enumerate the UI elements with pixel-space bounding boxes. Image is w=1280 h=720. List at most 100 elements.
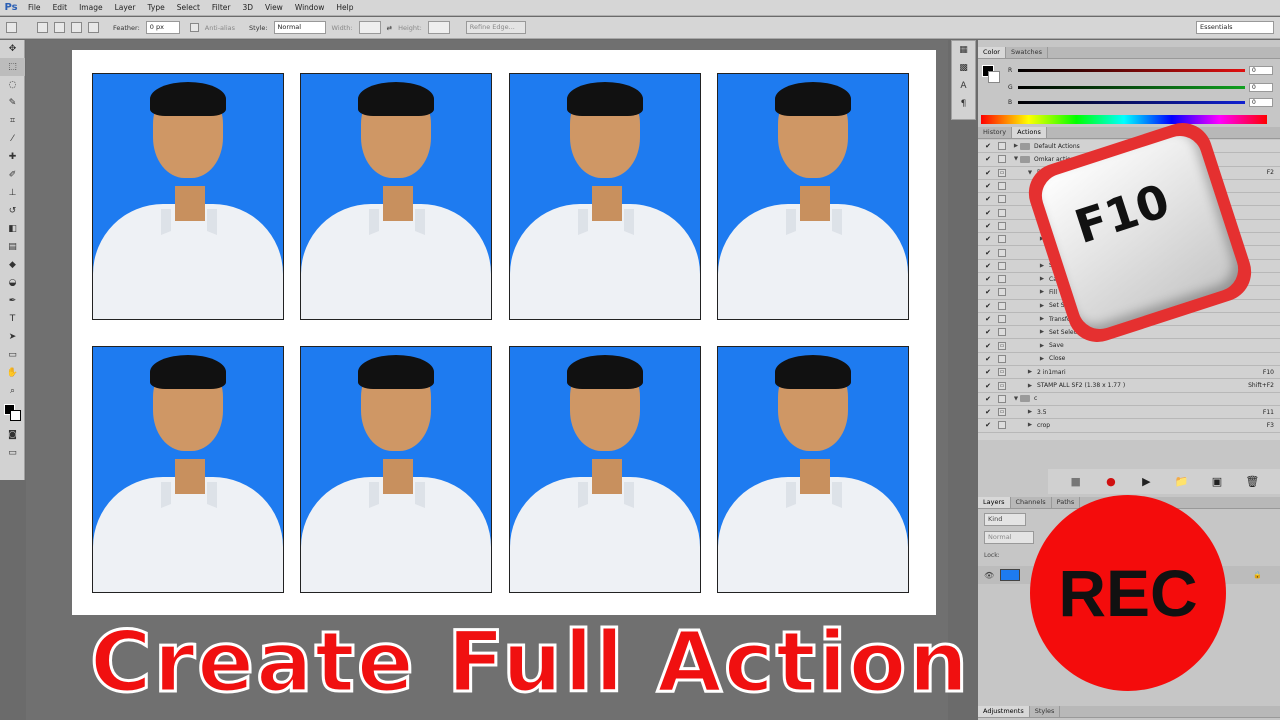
- channel-g-input[interactable]: 0: [1249, 82, 1273, 92]
- expand-triangle-icon[interactable]: ▼: [1012, 156, 1020, 162]
- layer-kind-select[interactable]: Kind: [984, 512, 1026, 526]
- action-enable-check[interactable]: ✔: [984, 421, 992, 429]
- menu-edit[interactable]: Edit: [47, 0, 74, 16]
- shape-tool-icon[interactable]: ▭: [0, 346, 25, 364]
- background-color-swatch[interactable]: [988, 71, 1000, 83]
- action-row[interactable]: ✔ ▭ ▶ STAMP ALL SF2 (1.38 x 1.77 ) Shift+F2: [978, 379, 1280, 393]
- refine-edge-button[interactable]: Refine Edge...: [465, 21, 526, 34]
- gradient-tool-icon[interactable]: ▤: [0, 238, 25, 256]
- healing-tool-icon[interactable]: ✚: [0, 148, 25, 166]
- type-tool-icon[interactable]: T: [0, 310, 25, 328]
- delete-icon[interactable]: 🗑: [1243, 475, 1261, 489]
- visibility-eye-icon[interactable]: 👁: [984, 571, 994, 580]
- workspace-select[interactable]: Essentials: [1196, 21, 1274, 34]
- add-selection-icon[interactable]: [54, 22, 65, 33]
- modal-toggle-icon[interactable]: ▭: [998, 368, 1006, 377]
- action-enable-check[interactable]: ✔: [984, 222, 992, 230]
- action-enable-check[interactable]: ✔: [984, 182, 992, 190]
- expand-triangle-icon[interactable]: ▶: [1038, 329, 1046, 335]
- modal-toggle-icon[interactable]: [998, 261, 1006, 270]
- new-set-icon[interactable]: 📁: [1173, 475, 1191, 489]
- color-spectrum-bar[interactable]: [981, 115, 1267, 124]
- dodge-tool-icon[interactable]: ◒: [0, 274, 25, 292]
- action-row[interactable]: ✔ ▭ ▶ 3.5 F11: [978, 406, 1280, 420]
- action-enable-check[interactable]: ✔: [984, 155, 992, 163]
- menu-file[interactable]: File: [22, 0, 47, 16]
- expand-triangle-icon[interactable]: ▶: [1038, 276, 1046, 282]
- expand-triangle-icon[interactable]: ▶: [1026, 383, 1034, 389]
- modal-toggle-icon[interactable]: [998, 195, 1006, 204]
- play-icon[interactable]: ▶: [1137, 475, 1155, 489]
- action-row[interactable]: ✔ ▭ ▶ 2 in1mari F10: [978, 366, 1280, 380]
- modal-toggle-icon[interactable]: ▭: [998, 408, 1006, 417]
- move-tool-icon[interactable]: ✥: [0, 40, 25, 58]
- history-brush-icon[interactable]: ↺: [0, 202, 25, 220]
- action-enable-check[interactable]: ✔: [984, 235, 992, 243]
- modal-toggle-icon[interactable]: [998, 354, 1006, 363]
- expand-triangle-icon[interactable]: ▶: [1026, 409, 1034, 415]
- tab-layers[interactable]: Layers: [978, 497, 1011, 508]
- stamp-tool-icon[interactable]: ⊥: [0, 184, 25, 202]
- modal-toggle-icon[interactable]: [998, 155, 1006, 164]
- tab-paths[interactable]: Paths: [1052, 497, 1081, 508]
- lasso-tool-icon[interactable]: ◌: [0, 76, 25, 94]
- action-row[interactable]: ✔ ▭ ▶ Save: [978, 340, 1280, 353]
- tab-history[interactable]: History: [978, 127, 1013, 138]
- modal-toggle-icon[interactable]: [998, 315, 1006, 324]
- expand-triangle-icon[interactable]: ▼: [1012, 396, 1020, 402]
- menu-3d[interactable]: 3D: [236, 0, 259, 16]
- channel-b-slider[interactable]: [1018, 100, 1245, 104]
- modal-toggle-icon[interactable]: [998, 221, 1006, 230]
- action-enable-check[interactable]: ✔: [984, 288, 992, 296]
- tab-adjustments[interactable]: Adjustments: [978, 706, 1030, 717]
- hand-tool-icon[interactable]: ✋: [0, 364, 25, 382]
- action-enable-check[interactable]: ✔: [984, 262, 992, 270]
- modal-toggle-icon[interactable]: [998, 142, 1006, 151]
- action-enable-check[interactable]: ✔: [984, 328, 992, 336]
- action-enable-check[interactable]: ✔: [984, 368, 992, 376]
- expand-triangle-icon[interactable]: ▶: [1038, 263, 1046, 269]
- action-enable-check[interactable]: ✔: [984, 169, 992, 177]
- width-input[interactable]: [358, 21, 381, 34]
- action-enable-check[interactable]: ✔: [984, 382, 992, 390]
- new-action-icon[interactable]: ▣: [1208, 475, 1226, 489]
- style-select[interactable]: Normal: [273, 21, 326, 34]
- brush-tool-icon[interactable]: ✐: [0, 166, 25, 184]
- paragraph-panel-icon[interactable]: ¶: [952, 95, 975, 113]
- action-enable-check[interactable]: ✔: [984, 355, 992, 363]
- expand-triangle-icon[interactable]: ▶: [1038, 343, 1046, 349]
- tab-color[interactable]: Color: [978, 47, 1006, 58]
- action-enable-check[interactable]: ✔: [984, 275, 992, 283]
- tab-actions[interactable]: Actions: [1012, 127, 1047, 138]
- action-enable-check[interactable]: ✔: [984, 315, 992, 323]
- height-input[interactable]: [427, 21, 450, 34]
- subtract-selection-icon[interactable]: [71, 22, 82, 33]
- marquee-tool-icon[interactable]: ⬚: [0, 58, 25, 76]
- marquee-preset-icon[interactable]: [6, 22, 17, 33]
- path-select-icon[interactable]: ➤: [0, 328, 25, 346]
- quick-mask-icon[interactable]: ◙: [0, 426, 25, 444]
- modal-toggle-icon[interactable]: [998, 182, 1006, 191]
- menu-image[interactable]: Image: [73, 0, 109, 16]
- color-swatches-icon[interactable]: [0, 400, 25, 426]
- channel-r-slider[interactable]: [1018, 68, 1245, 72]
- action-enable-check[interactable]: ✔: [984, 302, 992, 310]
- action-enable-check[interactable]: ✔: [984, 395, 992, 403]
- expand-triangle-icon[interactable]: ▶: [1026, 369, 1034, 375]
- new-selection-icon[interactable]: [37, 22, 48, 33]
- expand-triangle-icon[interactable]: ▶: [1038, 316, 1046, 322]
- modal-toggle-icon[interactable]: [998, 328, 1006, 337]
- modal-toggle-icon[interactable]: ▭: [998, 168, 1006, 177]
- action-enable-check[interactable]: ✔: [984, 408, 992, 416]
- quick-select-tool-icon[interactable]: ✎: [0, 94, 25, 112]
- menu-window[interactable]: Window: [289, 0, 331, 16]
- tab-swatches[interactable]: Swatches: [1006, 47, 1049, 58]
- menu-view[interactable]: View: [259, 0, 289, 16]
- modal-toggle-icon[interactable]: [998, 275, 1006, 284]
- zoom-tool-icon[interactable]: ⌕: [0, 382, 25, 400]
- history-panel-icon[interactable]: ▦: [952, 41, 975, 59]
- modal-toggle-icon[interactable]: [998, 208, 1006, 217]
- eraser-tool-icon[interactable]: ◧: [0, 220, 25, 238]
- screen-mode-icon[interactable]: ▭: [0, 444, 25, 462]
- expand-triangle-icon[interactable]: ▶: [1012, 143, 1020, 149]
